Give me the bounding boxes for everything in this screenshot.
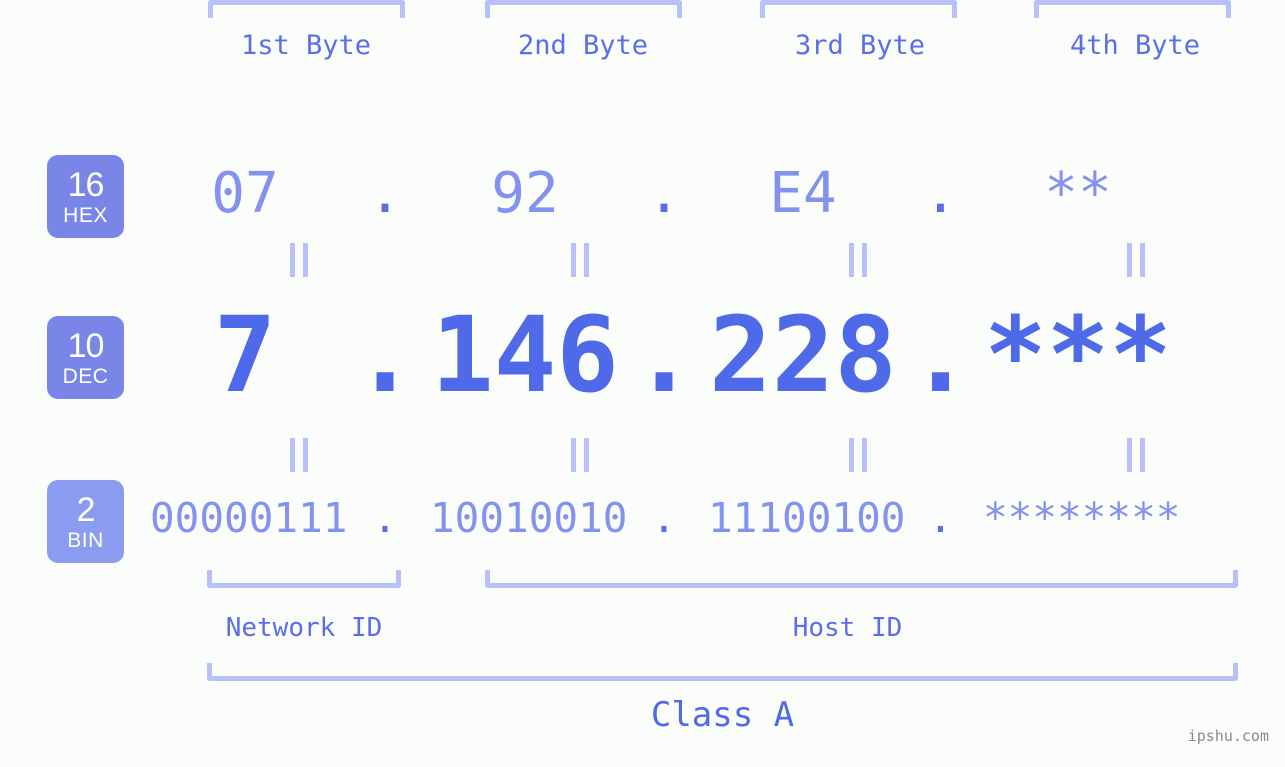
bin-separator-2: . [651, 494, 677, 542]
network-id-label: Network ID [225, 613, 383, 643]
dec-byte-2: 146 [431, 294, 619, 416]
network-id-bracket [207, 570, 401, 588]
hex-value-row: 07 . 92 . E4 . ** [150, 148, 1260, 240]
dec-separator-2: . [632, 294, 696, 416]
bin-byte-1: 00000111 [150, 494, 348, 542]
byte-header-1: 1st Byte [240, 30, 372, 61]
base-badge-dec-name: DEC [62, 364, 109, 388]
bin-separator-3: . [928, 494, 953, 542]
base-badge-hex-number: 16 [67, 165, 105, 204]
bin-byte-2: 10010010 [430, 494, 628, 542]
dec-byte-3: 228 [709, 294, 897, 416]
base-badge-hex: 16 HEX [47, 155, 124, 238]
byte-bracket-2 [485, 0, 682, 18]
dec-separator-3: . [909, 294, 972, 416]
hex-separator-3: . [923, 161, 958, 226]
equals-mark-hex-dec-2 [571, 243, 589, 277]
class-label: Class A [650, 695, 795, 735]
equals-mark-dec-bin-2 [571, 438, 589, 472]
hex-byte-4: ** [1044, 161, 1112, 226]
base-badge-bin-name: BIN [67, 528, 104, 552]
dec-byte-1: 7 [213, 294, 277, 416]
class-bracket [207, 663, 1238, 681]
hex-byte-3: E4 [769, 161, 837, 226]
hex-separator-1: . [368, 161, 402, 226]
equals-mark-hex-dec-4 [1127, 243, 1145, 277]
dec-separator-1: . [353, 294, 417, 416]
base-badge-bin-number: 2 [76, 490, 96, 529]
equals-mark-dec-bin-1 [290, 438, 308, 472]
byte-bracket-3 [760, 0, 957, 18]
byte-header-4: 4th Byte [1069, 30, 1201, 61]
byte-header-3: 3rd Byte [794, 30, 926, 61]
bin-value-row: 00000111 . 10010010 . 11100100 . *******… [150, 487, 1260, 549]
byte-bracket-4 [1034, 0, 1231, 18]
host-id-label: Host ID [792, 613, 903, 643]
byte-header-2: 2nd Byte [517, 30, 649, 61]
host-id-bracket [485, 570, 1238, 588]
byte-bracket-1 [208, 0, 405, 18]
equals-mark-hex-dec-1 [290, 243, 308, 277]
bin-separator-1: . [372, 494, 398, 542]
dec-value-row: 7 . 146 . 228 . *** [150, 290, 1260, 420]
base-badge-hex-name: HEX [63, 203, 108, 227]
hex-separator-2: . [647, 161, 681, 226]
hex-byte-2: 92 [491, 161, 559, 226]
base-badge-dec: 10 DEC [47, 316, 124, 399]
bin-byte-4: ******** [983, 494, 1181, 542]
equals-mark-dec-bin-4 [1127, 438, 1145, 472]
hex-byte-1: 07 [211, 161, 279, 226]
site-watermark: ipshu.com [1187, 727, 1269, 745]
dec-byte-4: *** [984, 294, 1172, 416]
bin-byte-3: 11100100 [708, 494, 906, 542]
base-badge-dec-number: 10 [67, 326, 105, 365]
equals-mark-hex-dec-3 [849, 243, 867, 277]
base-badge-bin: 2 BIN [47, 480, 124, 563]
equals-mark-dec-bin-3 [849, 438, 867, 472]
ip-breakdown-diagram: 1st Byte 2nd Byte 3rd Byte 4th Byte 16 H… [0, 0, 1285, 767]
